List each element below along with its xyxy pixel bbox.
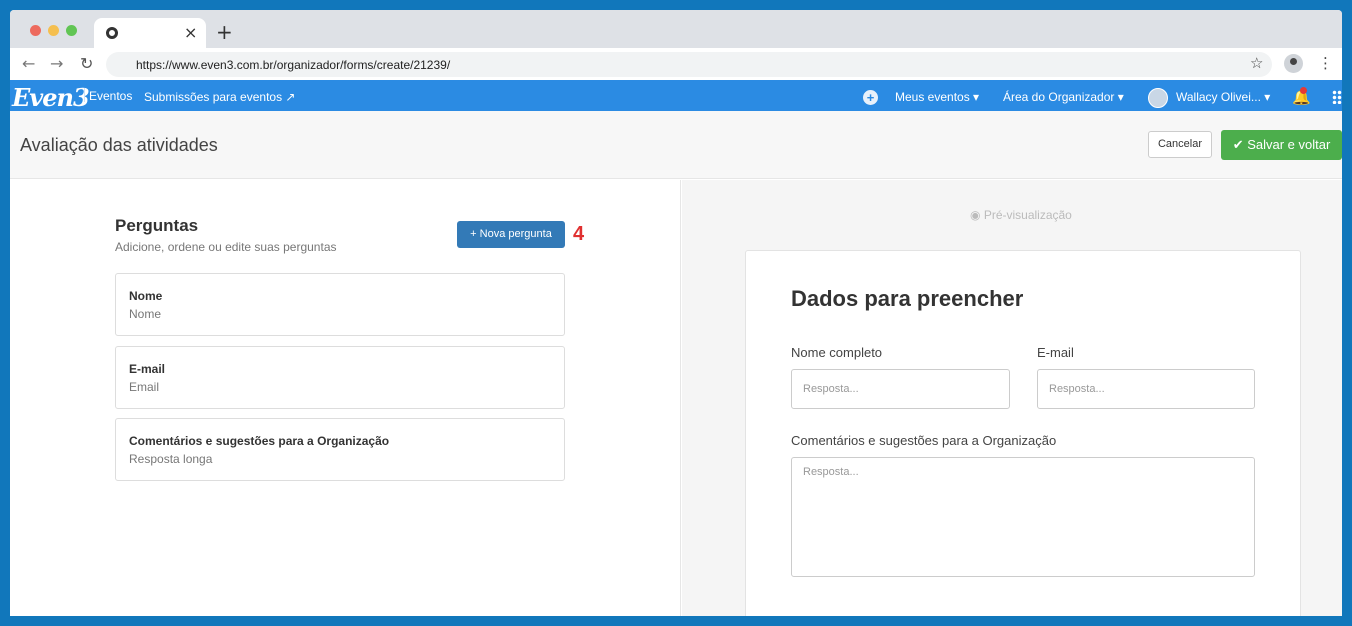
nome-input[interactable]: Resposta... bbox=[791, 369, 1010, 409]
comentarios-placeholder: Resposta... bbox=[803, 466, 859, 478]
nav-user-menu[interactable]: Wallacy Olivei... ▾ bbox=[1176, 90, 1270, 104]
address-bar: ← → ↻ https://www.even3.com.br/organizad… bbox=[10, 48, 1342, 80]
tab-strip: × + bbox=[10, 10, 1342, 48]
comentarios-textarea[interactable]: Resposta... bbox=[791, 457, 1255, 577]
question-card[interactable]: Nome Nome bbox=[115, 273, 565, 336]
save-and-return-button[interactable]: ✔ Salvar e voltar bbox=[1221, 130, 1342, 160]
add-event-icon[interactable]: + bbox=[863, 90, 878, 105]
eye-icon: ◉ bbox=[970, 208, 984, 222]
email-input[interactable]: Resposta... bbox=[1037, 369, 1255, 409]
question-label: Nome bbox=[129, 289, 163, 303]
forward-icon[interactable]: → bbox=[50, 54, 63, 73]
question-type: Email bbox=[129, 380, 160, 394]
notification-badge bbox=[1300, 87, 1307, 94]
maximize-window-button[interactable] bbox=[66, 25, 77, 36]
question-type: Resposta longa bbox=[129, 452, 213, 466]
nav-area-organizador[interactable]: Área do Organizador ▾ bbox=[1003, 90, 1124, 104]
preview-panel: ◉ Pré-visualização Dados para preencher … bbox=[682, 180, 1342, 616]
back-icon[interactable]: ← bbox=[22, 54, 35, 73]
email-placeholder: Resposta... bbox=[1049, 383, 1105, 395]
question-label: E-mail bbox=[129, 362, 166, 376]
nome-placeholder: Resposta... bbox=[803, 383, 859, 395]
navbar-divider bbox=[84, 88, 85, 102]
tab-close-icon[interactable]: × bbox=[184, 23, 197, 42]
nav-submissoes[interactable]: Submissões para eventos ↗ bbox=[144, 90, 295, 104]
field-label-comentarios: Comentários e sugestões para a Organizaç… bbox=[791, 433, 1057, 448]
reload-icon[interactable]: ↻ bbox=[80, 54, 93, 73]
questions-title: Perguntas bbox=[115, 216, 199, 235]
form-title: Dados para preencher bbox=[791, 286, 1024, 311]
preview-label: ◉ Pré-visualização bbox=[970, 208, 1072, 222]
user-avatar[interactable] bbox=[1148, 88, 1168, 108]
url-text: https://www.even3.com.br/organizador/for… bbox=[136, 58, 451, 72]
preview-text: Pré-visualização bbox=[983, 208, 1072, 222]
new-question-button[interactable]: + Nova pergunta bbox=[457, 221, 565, 248]
more-menu-icon[interactable]: ⋮ bbox=[1318, 54, 1333, 72]
questions-panel: Perguntas Adicione, ordene ou edite suas… bbox=[10, 180, 681, 616]
apps-grid-icon[interactable] bbox=[1332, 90, 1342, 104]
minimize-window-button[interactable] bbox=[48, 25, 59, 36]
field-label-email: E-mail bbox=[1037, 345, 1074, 360]
questions-subtitle: Adicione, ordene ou edite suas perguntas bbox=[115, 240, 337, 254]
step-marker: 4 bbox=[573, 223, 585, 245]
question-type: Nome bbox=[129, 307, 162, 321]
page-header: Avaliação das atividades Cancelar ✔ Salv… bbox=[10, 111, 1342, 179]
profile-icon[interactable] bbox=[1284, 54, 1303, 73]
question-card[interactable]: E-mail Email bbox=[115, 346, 565, 409]
nav-meus-eventos[interactable]: Meus eventos ▾ bbox=[895, 90, 979, 104]
close-window-button[interactable] bbox=[30, 25, 41, 36]
browser-tab[interactable]: × bbox=[94, 18, 206, 48]
bookmark-star-icon[interactable]: ☆ bbox=[1250, 54, 1263, 72]
url-input[interactable]: https://www.even3.com.br/organizador/for… bbox=[106, 52, 1272, 77]
preview-form-card: Dados para preencher Nome completo Respo… bbox=[745, 250, 1301, 616]
question-card[interactable]: Comentários e sugestões para a Organizaç… bbox=[115, 418, 565, 481]
page-title: Avaliação das atividades bbox=[20, 135, 218, 155]
question-label: Comentários e sugestões para a Organizaç… bbox=[129, 434, 390, 448]
even3-logo[interactable]: Even3 bbox=[12, 83, 90, 112]
field-label-nome: Nome completo bbox=[791, 345, 883, 360]
browser-window: × + ← → ↻ https://www.even3.com.br/organ… bbox=[10, 10, 1342, 616]
site-navbar: Even3 Eventos Submissões para eventos ↗ … bbox=[10, 80, 1342, 112]
nav-eventos[interactable]: Eventos bbox=[89, 89, 132, 103]
cancel-button[interactable]: Cancelar bbox=[1148, 131, 1212, 158]
chrome-icon bbox=[106, 27, 118, 39]
new-tab-button[interactable]: + bbox=[216, 20, 233, 44]
